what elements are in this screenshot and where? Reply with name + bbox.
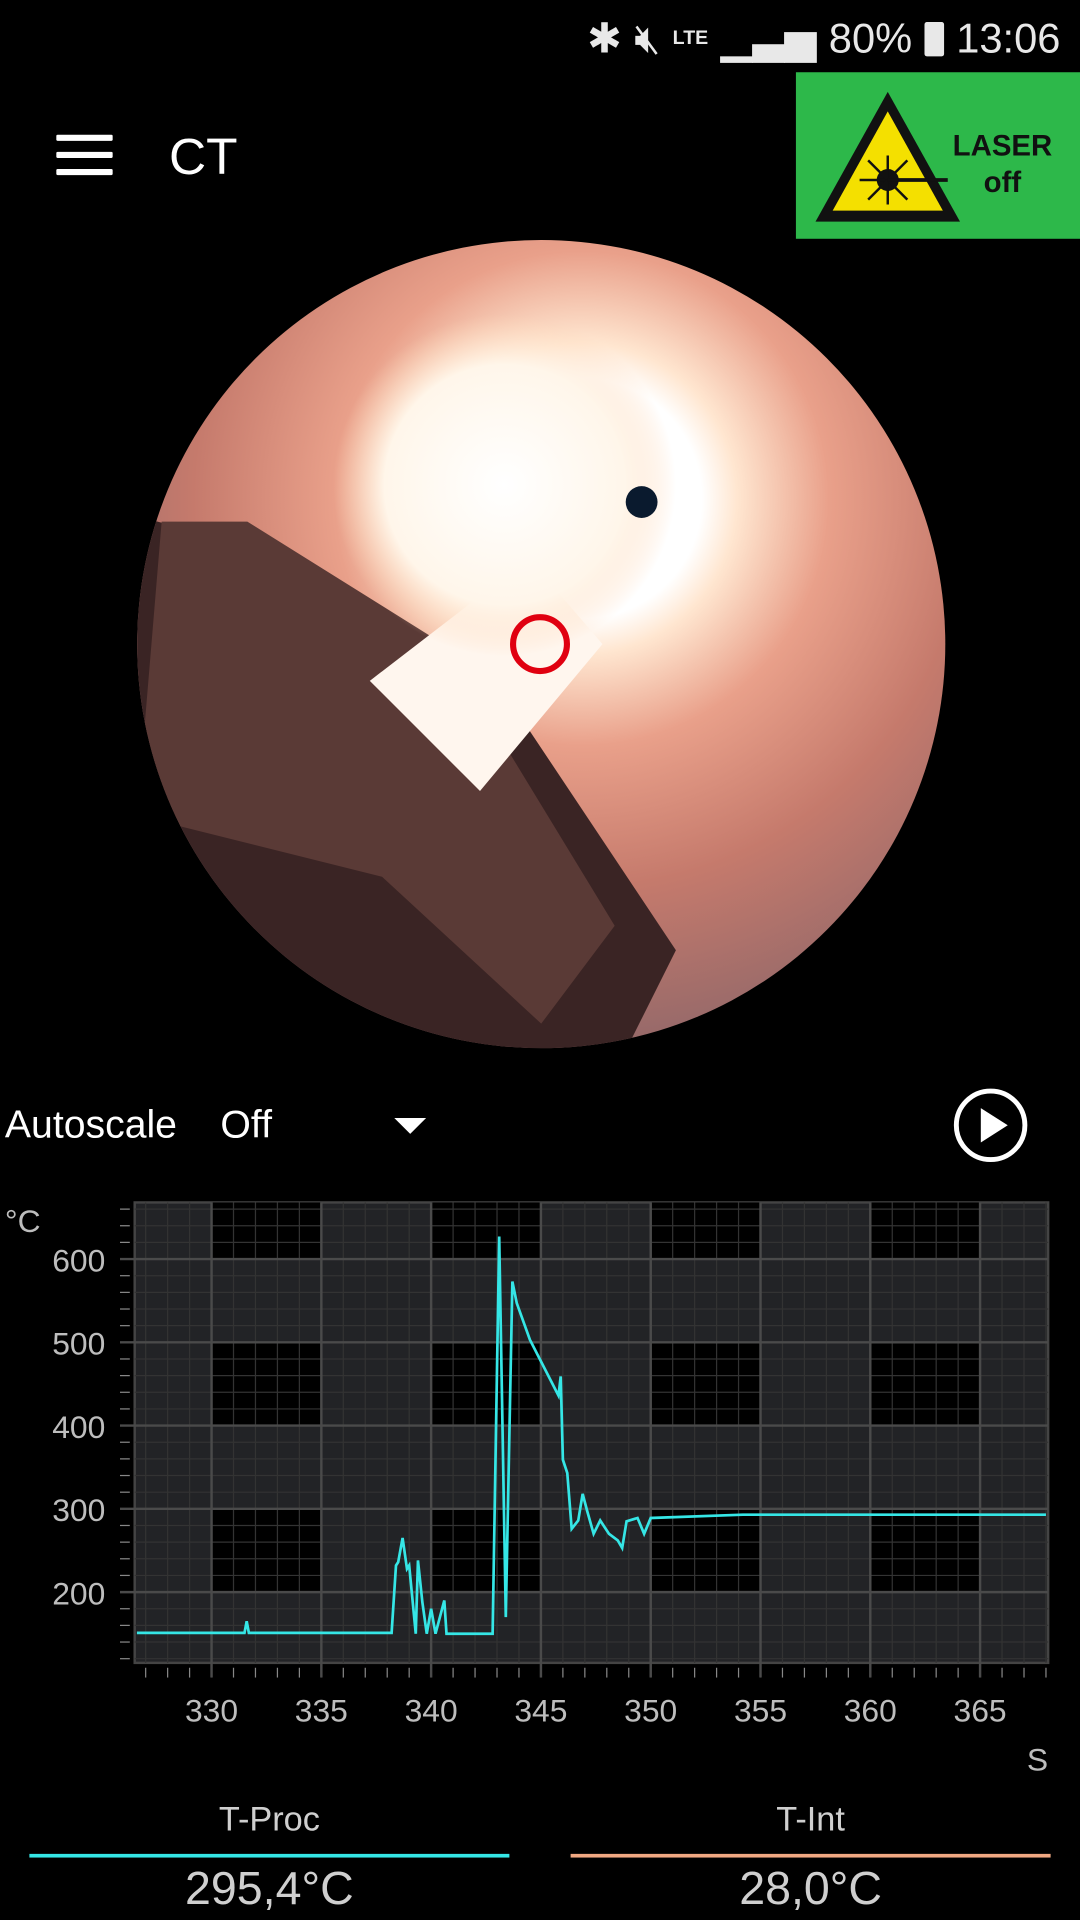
hamburger-icon[interactable] [56, 134, 113, 177]
battery-icon [924, 22, 944, 57]
laser-state: off [983, 166, 1022, 200]
y-tick-label: 300 [52, 1492, 105, 1528]
battery-level: 80% [828, 15, 913, 62]
x-tick-label: 355 [734, 1693, 787, 1729]
mute-icon: 🔇︎ [634, 15, 661, 62]
x-tick-label: 340 [405, 1693, 458, 1729]
grid-block [211, 1342, 322, 1426]
plot-area [133, 1201, 1050, 1665]
y-tick-label: 600 [52, 1242, 105, 1278]
status-bar: ✱ 🔇︎ LTE ▁▃▅ 80% 13:06 [587, 15, 1060, 64]
grid-block [650, 1508, 761, 1593]
tproc-value: 295,4°C [185, 1863, 354, 1916]
y-axis-unit: °C [5, 1203, 41, 1239]
grid-block [431, 1508, 541, 1593]
x-axis-unit: S [1027, 1742, 1048, 1776]
legend-label-tint: T-Int [776, 1800, 845, 1838]
grid-block [650, 1202, 761, 1260]
x-tick-label: 335 [295, 1693, 348, 1729]
grid-block [870, 1508, 981, 1593]
camera-view [137, 240, 946, 1049]
play-circle-icon[interactable] [953, 1088, 1028, 1163]
grid-block [211, 1202, 322, 1260]
grid-block [431, 1202, 541, 1260]
legend-line-tint [570, 1853, 1051, 1858]
y-tick-label: 200 [52, 1575, 105, 1611]
legend-line-tproc [29, 1853, 510, 1858]
grid-block [211, 1508, 322, 1593]
x-tick-label: 360 [844, 1693, 897, 1729]
grid-block [870, 1342, 981, 1426]
laser-status-badge[interactable]: LASER off [795, 72, 1080, 239]
chevron-down-icon[interactable] [394, 1117, 427, 1134]
page-title: CT [168, 127, 238, 185]
x-tick-label: 365 [954, 1693, 1007, 1729]
bluetooth-icon: ✱ [587, 15, 622, 63]
clock: 13:06 [956, 15, 1061, 62]
x-tick-label: 330 [185, 1693, 238, 1729]
x-tick-label: 345 [514, 1693, 567, 1729]
x-tick-label: 350 [624, 1693, 677, 1729]
grid-block [870, 1202, 981, 1260]
lte-icon: LTE [672, 28, 709, 49]
signal-icon: ▁▃▅ [720, 15, 817, 63]
y-tick-label: 400 [52, 1409, 105, 1445]
laser-label: LASER [952, 129, 1053, 163]
legend-label-tproc: T-Proc [218, 1800, 320, 1838]
y-tick-label: 500 [52, 1326, 105, 1362]
temperature-chart: 330 335 340 345 350 355 360 365 200 300 400 500 600 °… [5, 1201, 1050, 1776]
grid-block [650, 1342, 761, 1426]
autoscale-label: Autoscale [4, 1102, 177, 1147]
autoscale-dropdown[interactable]: Off [220, 1102, 272, 1147]
laser-warning-icon [815, 91, 961, 222]
tint-value: 28,0°C [739, 1863, 882, 1916]
grid-block [431, 1342, 541, 1426]
